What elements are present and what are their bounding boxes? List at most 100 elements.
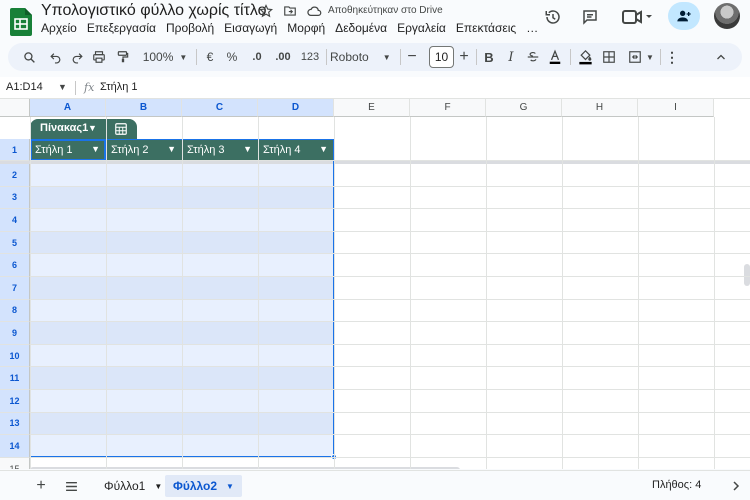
- decrease-decimals-button[interactable]: .0: [246, 47, 268, 67]
- sheet-tab-label: Φύλλο1: [104, 479, 146, 493]
- row-header-7[interactable]: 7: [0, 277, 30, 300]
- menu-insert[interactable]: Εισαγωγή: [219, 21, 282, 35]
- bold-button[interactable]: B: [480, 47, 498, 67]
- grid-line: [714, 117, 715, 469]
- chevron-down-icon: ▼: [226, 481, 234, 491]
- grid-line: [30, 321, 750, 323]
- table-name: Πίνακας1: [40, 122, 89, 134]
- formula-input[interactable]: Στήλη 1: [100, 81, 138, 93]
- format-percent-button[interactable]: %: [224, 47, 240, 67]
- row-header-5[interactable]: 5: [0, 231, 30, 255]
- add-sheet-icon[interactable]: +: [32, 477, 50, 495]
- active-cell[interactable]: [30, 139, 106, 161]
- more-formats-button[interactable]: 123: [298, 47, 322, 67]
- row-header-10[interactable]: 10: [0, 344, 30, 368]
- row-header-4[interactable]: 4: [0, 209, 30, 232]
- paint-format-icon[interactable]: [114, 47, 132, 67]
- more-options-icon[interactable]: ⋮: [664, 47, 680, 67]
- merge-cells-icon[interactable]: ▼: [624, 47, 658, 67]
- column-header-i[interactable]: I: [638, 99, 714, 117]
- select-all-corner[interactable]: [0, 99, 30, 117]
- row-header-6[interactable]: 6: [0, 254, 30, 277]
- sheet-tab-1[interactable]: Φύλλο1 ▼: [96, 475, 170, 497]
- row-header-11[interactable]: 11: [0, 367, 30, 390]
- zoom-select[interactable]: 100% ▼: [140, 47, 190, 67]
- search-menus-icon[interactable]: [20, 47, 38, 67]
- history-icon[interactable]: [542, 6, 564, 28]
- borders-icon[interactable]: [600, 47, 618, 67]
- row-header-3[interactable]: 3: [0, 186, 30, 210]
- share-button[interactable]: [668, 2, 700, 30]
- column-header-f[interactable]: F: [410, 99, 486, 117]
- column-header-e[interactable]: E: [334, 99, 410, 117]
- row-header-2[interactable]: 2: [0, 164, 30, 187]
- column-header-h[interactable]: H: [562, 99, 638, 117]
- collapse-menus-icon[interactable]: [712, 47, 730, 67]
- decrease-font-size-button[interactable]: −: [404, 47, 420, 67]
- column-header-c[interactable]: C: [182, 99, 258, 117]
- menu-view[interactable]: Προβολή: [161, 21, 219, 35]
- row-header-13[interactable]: 13: [0, 412, 30, 436]
- column-header-b[interactable]: B: [106, 99, 182, 117]
- increase-decimals-button[interactable]: .00: [270, 47, 296, 67]
- italic-button[interactable]: I: [502, 47, 520, 67]
- cloud-saved-icon[interactable]: [306, 3, 322, 19]
- grid-line: [106, 117, 107, 469]
- toolbar-divider: [326, 49, 327, 65]
- comments-icon[interactable]: [579, 6, 601, 28]
- grid-line: [30, 276, 750, 277]
- font-select[interactable]: Roboto ▼: [330, 47, 396, 67]
- font-size-input[interactable]: 10: [429, 46, 454, 68]
- star-icon[interactable]: [258, 3, 274, 19]
- fill-color-icon[interactable]: [576, 47, 594, 67]
- menu-edit[interactable]: Επεξεργασία: [82, 21, 161, 35]
- row-header-8[interactable]: 8: [0, 299, 30, 323]
- grid-line: [30, 117, 31, 469]
- sheet-grid[interactable]: Πίνακας1 ▼ Στήλη 1 ▼ Στήλη 2 ▼ Στήλη 3 ▼ Στήλη…: [0, 99, 750, 469]
- horizontal-scroll-thumb[interactable]: [30, 467, 460, 469]
- name-box[interactable]: A1:D14: [6, 81, 43, 93]
- column-header-d[interactable]: D: [258, 99, 334, 117]
- row-header-14[interactable]: 14: [0, 435, 30, 458]
- format-currency-button[interactable]: €: [202, 47, 218, 67]
- table-name-tab[interactable]: Πίνακας1 ▼: [30, 119, 137, 139]
- document-title[interactable]: Υπολογιστικό φύλλο χωρίς τίτλο: [41, 2, 267, 20]
- sheet-tabs-bar: + Φύλλο1 ▼ Φύλλο2 ▼ Πλήθος: 4: [0, 470, 750, 500]
- print-icon[interactable]: [90, 47, 108, 67]
- column-header-g[interactable]: G: [486, 99, 562, 117]
- chevron-down-icon[interactable]: ▼: [58, 82, 67, 92]
- grid-line: [30, 208, 750, 210]
- row-header-9[interactable]: 9: [0, 322, 30, 345]
- undo-icon[interactable]: [46, 47, 64, 67]
- menu-more[interactable]: …: [521, 21, 543, 35]
- fx-icon: fx: [84, 81, 95, 94]
- side-panel-toggle-icon[interactable]: [728, 477, 744, 495]
- redo-icon[interactable]: [68, 47, 86, 67]
- row-header-12[interactable]: 12: [0, 390, 30, 413]
- row-header-1[interactable]: 1: [0, 139, 30, 161]
- strikethrough-icon[interactable]: [524, 47, 542, 67]
- meet-video-icon[interactable]: [619, 6, 655, 28]
- all-sheets-icon[interactable]: [62, 477, 80, 495]
- grid-line: [30, 434, 750, 436]
- menu-file[interactable]: Αρχείο: [36, 21, 82, 35]
- sheets-logo-icon[interactable]: [10, 8, 32, 36]
- menu-data[interactable]: Δεδομένα: [330, 21, 392, 35]
- sheet-tab-2[interactable]: Φύλλο2 ▼: [165, 475, 242, 497]
- vertical-scroll-thumb[interactable]: [744, 264, 750, 286]
- horizontal-scrollbar[interactable]: [30, 466, 730, 469]
- grid-line: [334, 117, 335, 469]
- chevron-down-icon[interactable]: ▼: [88, 123, 97, 133]
- account-avatar[interactable]: [714, 3, 740, 29]
- menu-format[interactable]: Μορφή: [282, 21, 330, 35]
- selection-count[interactable]: Πλήθος: 4: [652, 479, 701, 491]
- move-folder-icon[interactable]: [282, 3, 298, 19]
- column-header-a[interactable]: A: [30, 99, 106, 117]
- increase-font-size-button[interactable]: +: [456, 47, 472, 67]
- grid-line: [30, 230, 750, 232]
- text-color-icon[interactable]: [546, 47, 564, 67]
- menu-tools[interactable]: Εργαλεία: [392, 21, 451, 35]
- row-header-15[interactable]: 15: [0, 457, 30, 469]
- menu-extensions[interactable]: Επεκτάσεις: [451, 21, 521, 35]
- table-settings-icon[interactable]: [114, 122, 128, 136]
